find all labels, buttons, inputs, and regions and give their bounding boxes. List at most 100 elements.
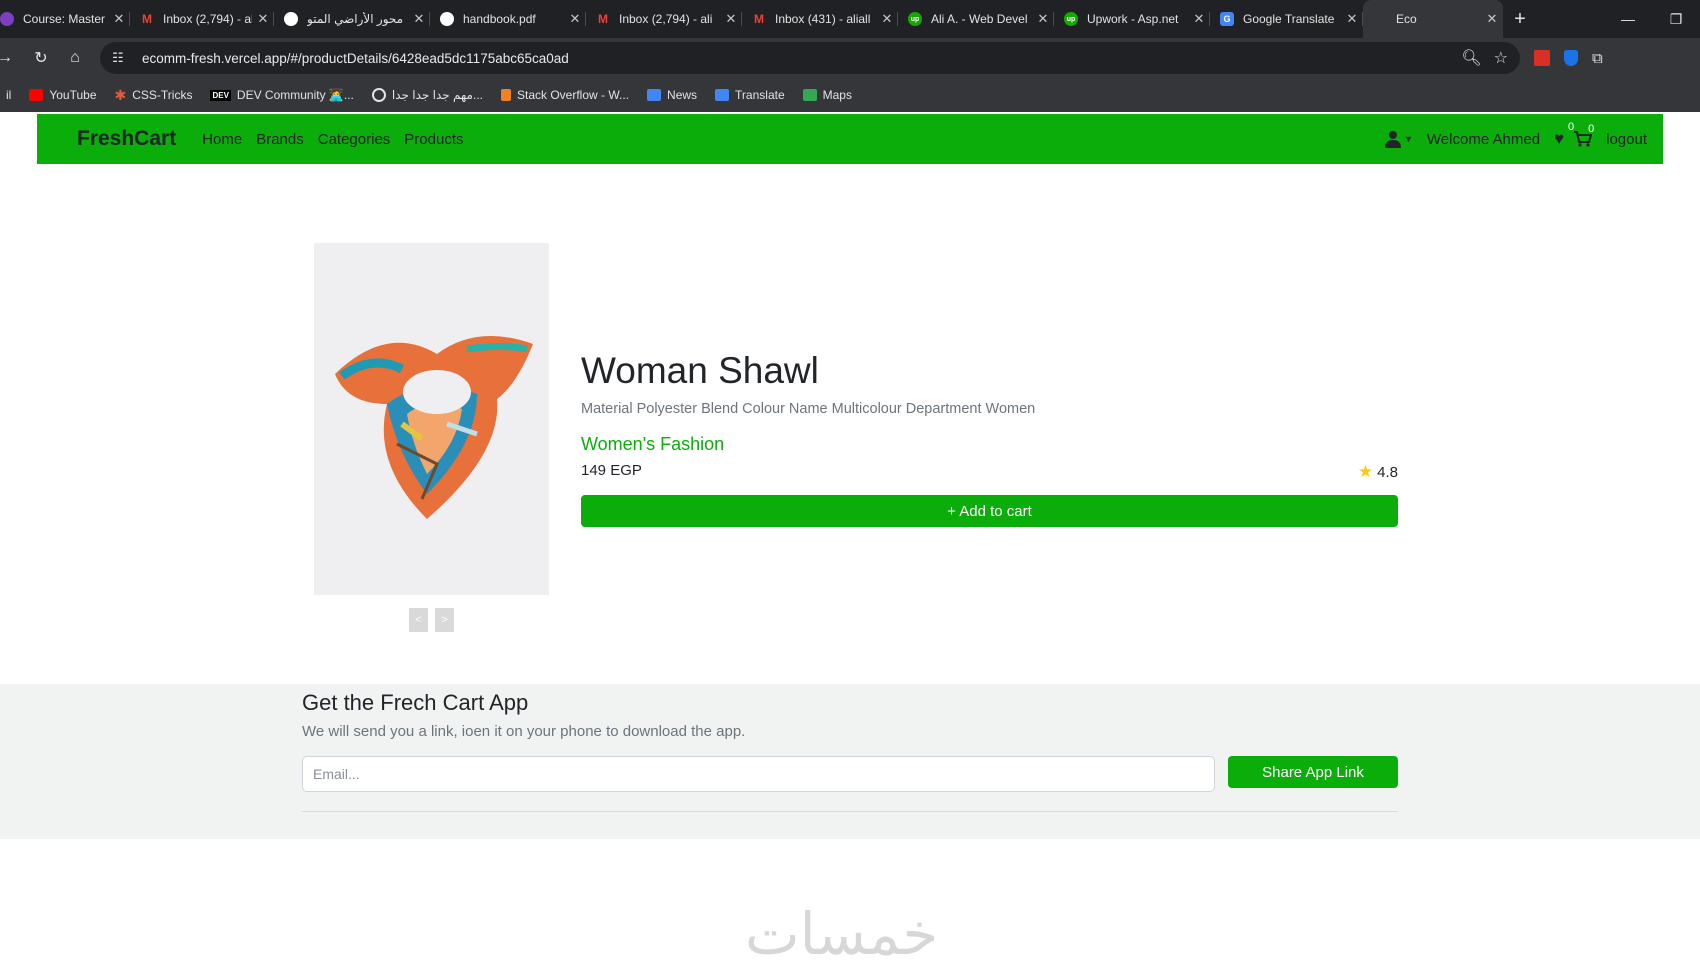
brand-logo[interactable]: FreshCart bbox=[77, 127, 176, 151]
watermark-logo: خمسات bbox=[745, 900, 939, 968]
tab-close-icon[interactable]: ✕ bbox=[1188, 11, 1210, 27]
upwork-icon: up bbox=[1064, 12, 1078, 26]
next-slide-button[interactable]: > bbox=[435, 608, 454, 632]
nav-link-categories[interactable]: Categories bbox=[318, 131, 391, 148]
bookmark-item[interactable]: News bbox=[647, 88, 697, 102]
tab-title: Ali A. - Web Devel bbox=[931, 12, 1028, 26]
cart-link[interactable]: 0 bbox=[1574, 123, 1594, 147]
email-field[interactable] bbox=[302, 756, 1215, 792]
browser-tab[interactable]: handbook.pdf ✕ bbox=[430, 0, 586, 38]
gmail-icon: M bbox=[754, 12, 764, 26]
footer-subtitle: We will send you a link, ioen it on your… bbox=[302, 723, 746, 740]
shield-extension-icon[interactable] bbox=[1564, 50, 1578, 66]
document-icon bbox=[284, 12, 298, 26]
logout-link[interactable]: logout bbox=[1606, 131, 1647, 148]
translate-icon bbox=[715, 89, 730, 101]
bookmark-label: مهم جدا جدا جدا... bbox=[391, 88, 483, 102]
tab-favicon-icon bbox=[0, 12, 14, 26]
address-bar[interactable]: ☷ ecomm-fresh.vercel.app/#/productDetail… bbox=[100, 42, 1520, 74]
bookmark-item[interactable]: Stack Overflow - W... bbox=[501, 88, 629, 102]
bookmark-item[interactable]: DEV DEV Community 👩‍💻... bbox=[210, 88, 354, 102]
product-category: Women's Fashion bbox=[581, 434, 725, 454]
tab-close-icon[interactable]: ✕ bbox=[1481, 11, 1503, 27]
caret-down-icon: ▼ bbox=[1404, 134, 1413, 144]
minimize-icon[interactable]: — bbox=[1604, 11, 1652, 27]
browser-tab[interactable]: M Inbox (2,794) - ali ✕ bbox=[586, 0, 742, 38]
bookmark-item[interactable]: il bbox=[6, 88, 11, 102]
product-price: 149 EGP bbox=[581, 462, 642, 479]
extensions-area: ⧉ bbox=[1534, 50, 1603, 67]
footer-title: Get the Frech Cart App bbox=[302, 690, 529, 715]
site-navbar: FreshCart Home Brands Categories Product… bbox=[37, 114, 1663, 164]
bookmark-item[interactable]: Maps bbox=[802, 88, 852, 102]
share-app-link-button[interactable]: Share App Link bbox=[1228, 756, 1398, 788]
browser-tab[interactable]: M Inbox (431) - aliall ✕ bbox=[742, 0, 898, 38]
tab-close-icon[interactable]: ✕ bbox=[720, 11, 742, 27]
tab-title: Inbox (2,794) - ali bbox=[619, 12, 713, 26]
zoom-icon[interactable]: 🔍︎ bbox=[1461, 48, 1481, 68]
home-icon[interactable]: ⌂ bbox=[58, 43, 92, 73]
product-description: Material Polyester Blend Colour Name Mul… bbox=[581, 401, 1036, 417]
back-icon[interactable]: → bbox=[0, 43, 13, 73]
reload-icon[interactable]: ↻ bbox=[24, 43, 58, 73]
bookmark-item[interactable]: Translate bbox=[715, 88, 785, 102]
tab-title: Google Translate bbox=[1243, 12, 1335, 26]
bookmark-item[interactable]: مهم جدا جدا جدا... bbox=[371, 88, 483, 102]
tab-close-icon[interactable]: ✕ bbox=[876, 11, 898, 27]
google-translate-icon: G bbox=[1220, 12, 1234, 26]
tab-close-icon[interactable]: ✕ bbox=[1032, 11, 1054, 27]
footer-divider bbox=[302, 811, 1398, 812]
user-icon bbox=[1385, 131, 1401, 148]
css-tricks-icon: ✱ bbox=[114, 86, 127, 103]
news-icon bbox=[647, 89, 662, 101]
stack-overflow-icon bbox=[501, 89, 511, 101]
tab-title: handbook.pdf bbox=[463, 12, 536, 26]
tab-close-icon[interactable]: ✕ bbox=[1341, 11, 1363, 27]
extension-icon[interactable] bbox=[1534, 50, 1550, 66]
puzzle-icon[interactable]: ⧉ bbox=[1592, 50, 1603, 67]
tab-close-icon[interactable]: ✕ bbox=[564, 11, 586, 27]
bookmark-label: YouTube bbox=[49, 88, 97, 102]
new-tab-icon[interactable]: + bbox=[1503, 0, 1537, 38]
site-info-icon[interactable]: ☷ bbox=[112, 50, 134, 66]
browser-tab[interactable]: M Inbox (2,794) - ali ✕ bbox=[130, 0, 274, 38]
rating-value: 4.8 bbox=[1377, 463, 1398, 481]
tab-close-icon[interactable]: ✕ bbox=[408, 11, 430, 27]
browser-tab[interactable]: up Upwork - Asp.net ✕ bbox=[1054, 0, 1210, 38]
nav-icons: ♥ 0 0 bbox=[1554, 121, 1594, 149]
maps-icon bbox=[802, 89, 817, 101]
bookmark-item[interactable]: YouTube bbox=[29, 88, 97, 102]
browser-tab[interactable]: Course: Master AS ✕ bbox=[0, 0, 130, 38]
tab-title: Inbox (431) - aliall bbox=[775, 12, 871, 26]
github-icon bbox=[371, 88, 386, 102]
shawl-image bbox=[334, 336, 533, 519]
youtube-icon bbox=[29, 89, 44, 101]
tab-close-icon[interactable]: ✕ bbox=[252, 11, 274, 27]
product-rating: ★ 4.8 bbox=[1358, 462, 1398, 482]
browser-tab-active[interactable]: Eco ✕ bbox=[1363, 0, 1503, 38]
bookmark-star-icon[interactable]: ☆ bbox=[1494, 48, 1508, 68]
product-title: Woman Shawl bbox=[581, 350, 819, 391]
wishlist-link[interactable]: ♥ 0 bbox=[1554, 121, 1574, 149]
nav-link-home[interactable]: Home bbox=[202, 131, 242, 148]
nav-link-products[interactable]: Products bbox=[404, 131, 463, 148]
bookmark-item[interactable]: ✱ CSS-Tricks bbox=[115, 87, 193, 104]
gmail-icon: M bbox=[598, 12, 608, 26]
prev-slide-button[interactable]: < bbox=[409, 608, 428, 632]
bookmark-label: Maps bbox=[822, 88, 852, 102]
dev-icon: DEV bbox=[210, 89, 231, 101]
add-to-cart-button[interactable]: + Add to cart bbox=[581, 495, 1398, 527]
browser-tab[interactable]: محور الأراضي المتو ✕ bbox=[274, 0, 430, 38]
cart-count: 0 bbox=[1588, 123, 1595, 135]
restore-icon[interactable]: ❐ bbox=[1652, 11, 1700, 28]
bookmark-label: Stack Overflow - W... bbox=[517, 88, 630, 102]
upwork-icon: up bbox=[908, 12, 922, 26]
browser-tab[interactable]: up Ali A. - Web Devel ✕ bbox=[898, 0, 1054, 38]
bookmark-label: CSS-Tricks bbox=[132, 88, 193, 102]
nav-link-brands[interactable]: Brands bbox=[256, 131, 304, 148]
browser-tab[interactable]: G Google Translate ✕ bbox=[1210, 0, 1363, 38]
user-menu[interactable]: ▼ bbox=[1384, 130, 1413, 148]
heart-icon: ♥ bbox=[1554, 129, 1565, 148]
tab-close-icon[interactable]: ✕ bbox=[108, 11, 130, 27]
bookmark-label: DEV Community 👩‍💻... bbox=[236, 88, 354, 102]
